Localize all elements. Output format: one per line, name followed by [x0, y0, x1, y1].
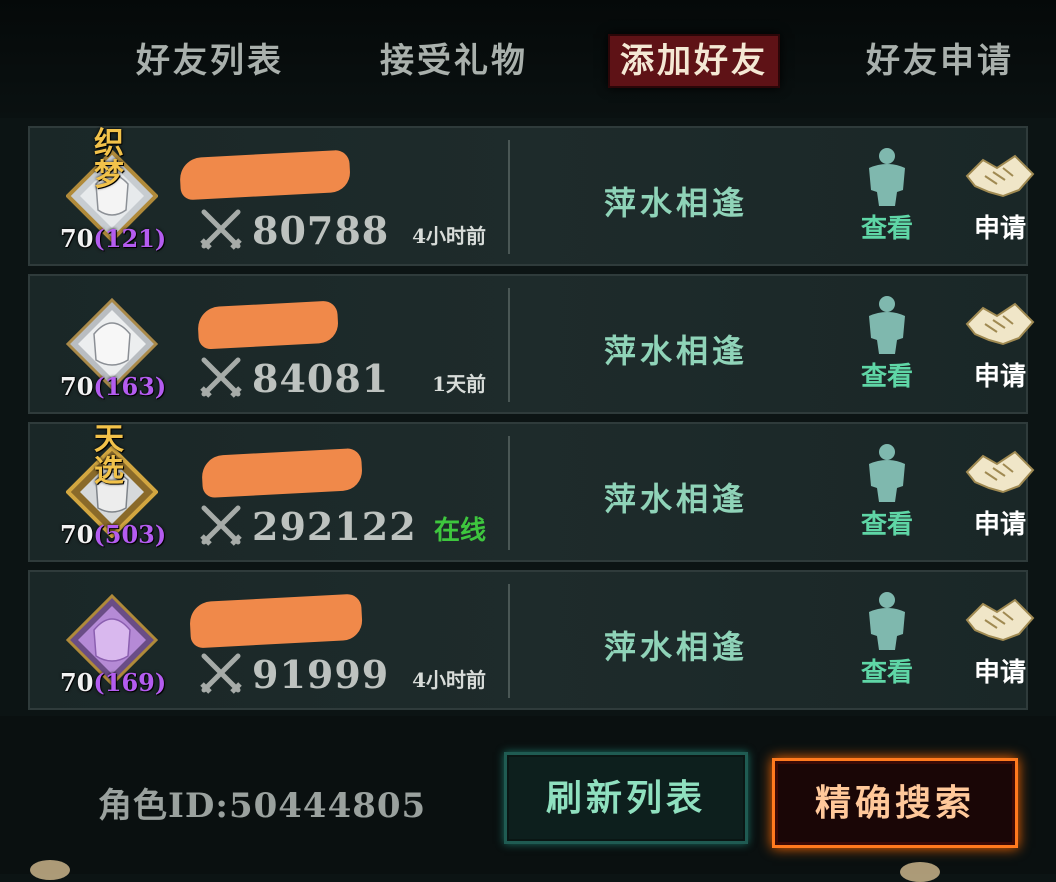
person-silhouette-icon — [869, 296, 905, 354]
list-item: 织梦 70(121) 80788 4小时前 萍水相逢 查看 申请 — [28, 126, 1035, 266]
exact-search-button[interactable]: 精确搜索 — [772, 758, 1018, 848]
view-button[interactable]: 查看 — [854, 146, 920, 245]
redacted-name — [179, 149, 351, 201]
column-divider — [508, 288, 510, 402]
person-silhouette-icon — [869, 148, 905, 206]
player-rank: (503) — [93, 520, 167, 549]
column-divider — [508, 140, 510, 254]
redacted-name — [196, 300, 340, 350]
relationship-label: 萍水相逢 — [604, 628, 749, 666]
crossed-swords-icon — [200, 357, 242, 398]
tab-accept-gifts[interactable]: 接受礼物 — [362, 34, 546, 88]
column-divider — [508, 436, 510, 550]
handshake-icon — [965, 450, 1035, 494]
title-badge: 织梦 — [94, 126, 124, 193]
apply-label: 申请 — [973, 214, 1026, 244]
title-badge: 天选 — [94, 422, 124, 489]
redacted-name — [188, 593, 364, 649]
online-status: 在线 — [433, 516, 486, 546]
player-level: 70(121) — [60, 224, 167, 253]
tab-friend-requests[interactable]: 好友申请 — [848, 34, 1032, 88]
player-level: 70(503) — [60, 520, 167, 549]
view-button[interactable]: 查看 — [854, 442, 920, 541]
apply-label: 申请 — [973, 510, 1026, 540]
apply-button[interactable]: 申请 — [960, 442, 1040, 541]
crossed-swords-icon — [200, 209, 242, 250]
player-level: 70(163) — [60, 372, 167, 401]
corner-ornament — [30, 860, 70, 880]
relationship-label: 萍水相逢 — [604, 184, 749, 222]
player-level: 70(169) — [60, 668, 167, 697]
refresh-list-button[interactable]: 刷新列表 — [504, 752, 748, 844]
redacted-name — [201, 447, 363, 499]
combat-power: 80788 — [252, 208, 390, 253]
combat-power: 91999 — [252, 652, 390, 697]
view-button[interactable]: 查看 — [854, 294, 920, 393]
tab-bar: 好友列表 接受礼物 添加好友 好友申请 — [0, 0, 1056, 118]
view-label: 查看 — [860, 658, 913, 688]
handshake-icon — [965, 598, 1035, 642]
combat-power: 84081 — [252, 356, 390, 401]
view-label: 查看 — [860, 214, 913, 244]
last-seen: 4小时前 — [412, 668, 486, 692]
last-seen: 4小时前 — [412, 224, 486, 248]
tab-friend-list[interactable]: 好友列表 — [118, 34, 302, 88]
tab-add-friend[interactable]: 添加好友 — [608, 34, 780, 88]
column-divider — [508, 584, 510, 698]
view-label: 查看 — [860, 362, 913, 392]
person-silhouette-icon — [869, 592, 905, 650]
role-id: 角色ID:50444805 — [98, 786, 427, 826]
list-item: 70(169) 91999 4小时前 萍水相逢 查看 申请 — [28, 570, 1035, 710]
player-rank: (163) — [93, 372, 167, 401]
player-rank: (121) — [93, 224, 167, 253]
person-silhouette-icon — [869, 444, 905, 502]
combat-power: 292122 — [252, 504, 417, 549]
apply-label: 申请 — [973, 362, 1026, 392]
apply-label: 申请 — [973, 658, 1026, 688]
relationship-label: 萍水相逢 — [604, 480, 749, 518]
footer-bar: 角色ID:50444805 刷新列表 精确搜索 — [0, 716, 1056, 882]
player-rank: (169) — [93, 668, 167, 697]
relationship-label: 萍水相逢 — [604, 332, 749, 370]
crossed-swords-icon — [200, 505, 242, 546]
handshake-icon — [965, 302, 1035, 346]
handshake-icon — [965, 154, 1035, 198]
view-button[interactable]: 查看 — [854, 590, 920, 689]
apply-button[interactable]: 申请 — [960, 590, 1040, 689]
list-item: 天选 70(503) 292122 在线 萍水相逢 查看 申请 — [28, 422, 1035, 562]
list-item: 70(163) 84081 1天前 萍水相逢 查看 申请 — [28, 274, 1035, 414]
apply-button[interactable]: 申请 — [960, 146, 1040, 245]
apply-button[interactable]: 申请 — [960, 294, 1040, 393]
player-list: 织梦 70(121) 80788 4小时前 萍水相逢 查看 申请 70(163)… — [28, 126, 1035, 712]
crossed-swords-icon — [200, 653, 242, 694]
view-label: 查看 — [860, 510, 913, 540]
last-seen: 1天前 — [432, 372, 486, 396]
corner-ornament — [900, 862, 940, 882]
